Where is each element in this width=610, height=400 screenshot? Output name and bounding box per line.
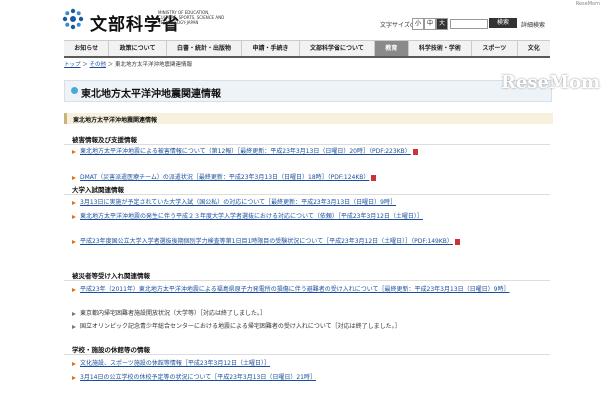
arrow-bullet-icon [72, 312, 76, 316]
page-title-bar: 東北地方太平洋沖地震関連情報 [64, 80, 552, 102]
divider [64, 280, 550, 281]
nav-item-sports[interactable]: スポーツ [472, 41, 518, 56]
list-item[interactable]: 平成23年（2011年）東北地方太平洋沖地震による福島県原子力発電所の損傷に伴う… [72, 286, 535, 295]
section-header-bar: 東北地方太平洋沖地震関連情報 [64, 113, 553, 124]
breadcrumb: トップ ＞ その他 ＞ 東北地方太平洋沖地震関連情報 [64, 60, 192, 68]
global-nav: お知らせ 政策について 白書・統計・出版物 申請・手続き 文部科学省について 教… [64, 40, 550, 58]
arrow-bullet-icon [72, 325, 76, 329]
fontsize-large-button[interactable]: 大 [436, 18, 448, 30]
breadcrumb-separator: ＞ [82, 62, 90, 68]
subheading-university-exam: 大学入試関連情報 [72, 186, 124, 194]
pdf-icon [412, 148, 418, 155]
breadcrumb-home[interactable]: トップ [64, 62, 81, 68]
subheading-school-closures: 学校・施設の休館等の情報 [72, 346, 150, 354]
nav-item-publications[interactable]: 白書・統計・出版物 [167, 41, 243, 56]
search-input[interactable] [450, 19, 488, 29]
list-item-link[interactable]: 東北地方太平洋沖地震による被害情報について（第12報）［最終更新：平成23年3月… [80, 148, 411, 155]
pdf-icon [454, 238, 460, 245]
breadcrumb-current: 東北地方太平洋沖地震関連情報 [115, 62, 193, 68]
arrow-bullet-icon [72, 240, 76, 244]
nav-item-applications[interactable]: 申請・手続き [242, 41, 300, 56]
divider [64, 194, 550, 195]
nav-item-about[interactable]: 文部科学省について [300, 41, 376, 56]
section-header-text: 東北地方太平洋沖地震関連情報 [73, 117, 158, 124]
list-item-link[interactable]: 3月14日の公立学校の休校予定等の状況について［平成23年3月13日（日曜日）2… [80, 374, 316, 381]
list-item-text: 国立オリンピック記念青少年総合センターにおける地震による帰宅困難者の受け入れにつ… [80, 323, 401, 330]
list-item-link[interactable]: 東北地方太平洋沖地震の発生に伴う平成２３年度大学入学者選抜における対応について（… [80, 213, 423, 220]
divider [64, 144, 550, 145]
list-item-link[interactable]: 平成23年度国公立大学入学者選抜後期個別学力検査等第1日目1時限目の受験状況につ… [80, 238, 453, 245]
watermark: ReseMom [501, 72, 600, 93]
site-header: 文部科学省 MINISTRY OF EDUCATION, CULTURE, SP… [0, 0, 610, 38]
arrow-bullet-icon [72, 288, 76, 292]
list-item-link[interactable]: 3月13日に実施が予定されていた大学入試（国公私）の対応について［最終更新：平成… [80, 199, 396, 206]
list-item-link[interactable]: DMAT（災害派遣医療チーム）の派遣状況［最終更新：平成23年3月13日（日曜日… [80, 174, 369, 181]
title-bullet-icon [71, 87, 78, 94]
nav-item-culture[interactable]: 文化 [518, 41, 551, 56]
list-item-link[interactable]: 文化施設、スポーツ施設の休館等情報［平成23年3月12日（土曜日）］ [80, 360, 270, 367]
search-button[interactable]: 検索 [489, 18, 517, 28]
arrow-bullet-icon [72, 376, 76, 380]
arrow-bullet-icon [72, 176, 76, 180]
arrow-bullet-icon [72, 362, 76, 366]
list-item[interactable]: 3月14日の公立学校の休校予定等の状況について［平成23年3月13日（日曜日）2… [72, 374, 535, 383]
list-item[interactable]: 文化施設、スポーツ施設の休館等情報［平成23年3月12日（土曜日）］ [72, 360, 535, 369]
fontsize-small-button[interactable]: 小 [412, 18, 424, 30]
breadcrumb-separator: ＞ [107, 62, 116, 68]
corner-tag: ReseMom [575, 1, 600, 7]
divider [64, 354, 550, 355]
nav-item-news[interactable]: お知らせ [64, 41, 110, 56]
nav-item-policy[interactable]: 政策について [109, 41, 167, 56]
site-logo-english: MINISTRY OF EDUCATION, CULTURE, SPORTS, … [158, 10, 225, 25]
subheading-damage: 被害情報及び支援情報 [72, 136, 137, 144]
pdf-icon [371, 174, 377, 181]
nav-item-science[interactable]: 科学技術・学術 [409, 41, 473, 56]
list-item-text: 東京都内帰宅困難者施設開放状況（大学等）［対応は終了しました。］ [80, 310, 267, 317]
list-item[interactable]: 東北地方太平洋沖地震の発生に伴う平成２３年度大学入学者選抜における対応について（… [72, 213, 535, 222]
arrow-bullet-icon [72, 150, 76, 154]
subheading-evacuees: 被災者等受け入れ関連情報 [72, 272, 150, 280]
list-item: 国立オリンピック記念青少年総合センターにおける地震による帰宅困難者の受け入れにつ… [72, 323, 535, 332]
ministry-logo-icon[interactable] [62, 8, 84, 30]
list-item: 東京都内帰宅困難者施設開放状況（大学等）［対応は終了しました。］ [72, 310, 535, 319]
breadcrumb-other[interactable]: その他 [90, 62, 107, 68]
nav-item-education[interactable]: 教育 [375, 41, 409, 56]
fontsize-medium-button[interactable]: 中 [424, 18, 436, 30]
list-item[interactable]: 3月13日に実施が予定されていた大学入試（国公私）の対応について［最終更新：平成… [72, 199, 535, 208]
list-item-link[interactable]: 平成23年（2011年）東北地方太平洋沖地震による福島県原子力発電所の損傷に伴う… [80, 286, 509, 293]
arrow-bullet-icon [72, 215, 76, 219]
advanced-search-link[interactable]: 詳細検索 [521, 20, 545, 29]
page-title: 東北地方太平洋沖地震関連情報 [81, 89, 221, 100]
arrow-bullet-icon [72, 201, 76, 205]
list-item[interactable]: DMAT（災害派遣医療チーム）の派遣状況［最終更新：平成23年3月13日（日曜日… [72, 174, 535, 183]
list-item[interactable]: 東北地方太平洋沖地震による被害情報について（第12報）［最終更新：平成23年3月… [72, 148, 535, 157]
list-item[interactable]: 平成23年度国公立大学入学者選抜後期個別学力検査等第1日目1時限目の受験状況につ… [72, 238, 535, 247]
